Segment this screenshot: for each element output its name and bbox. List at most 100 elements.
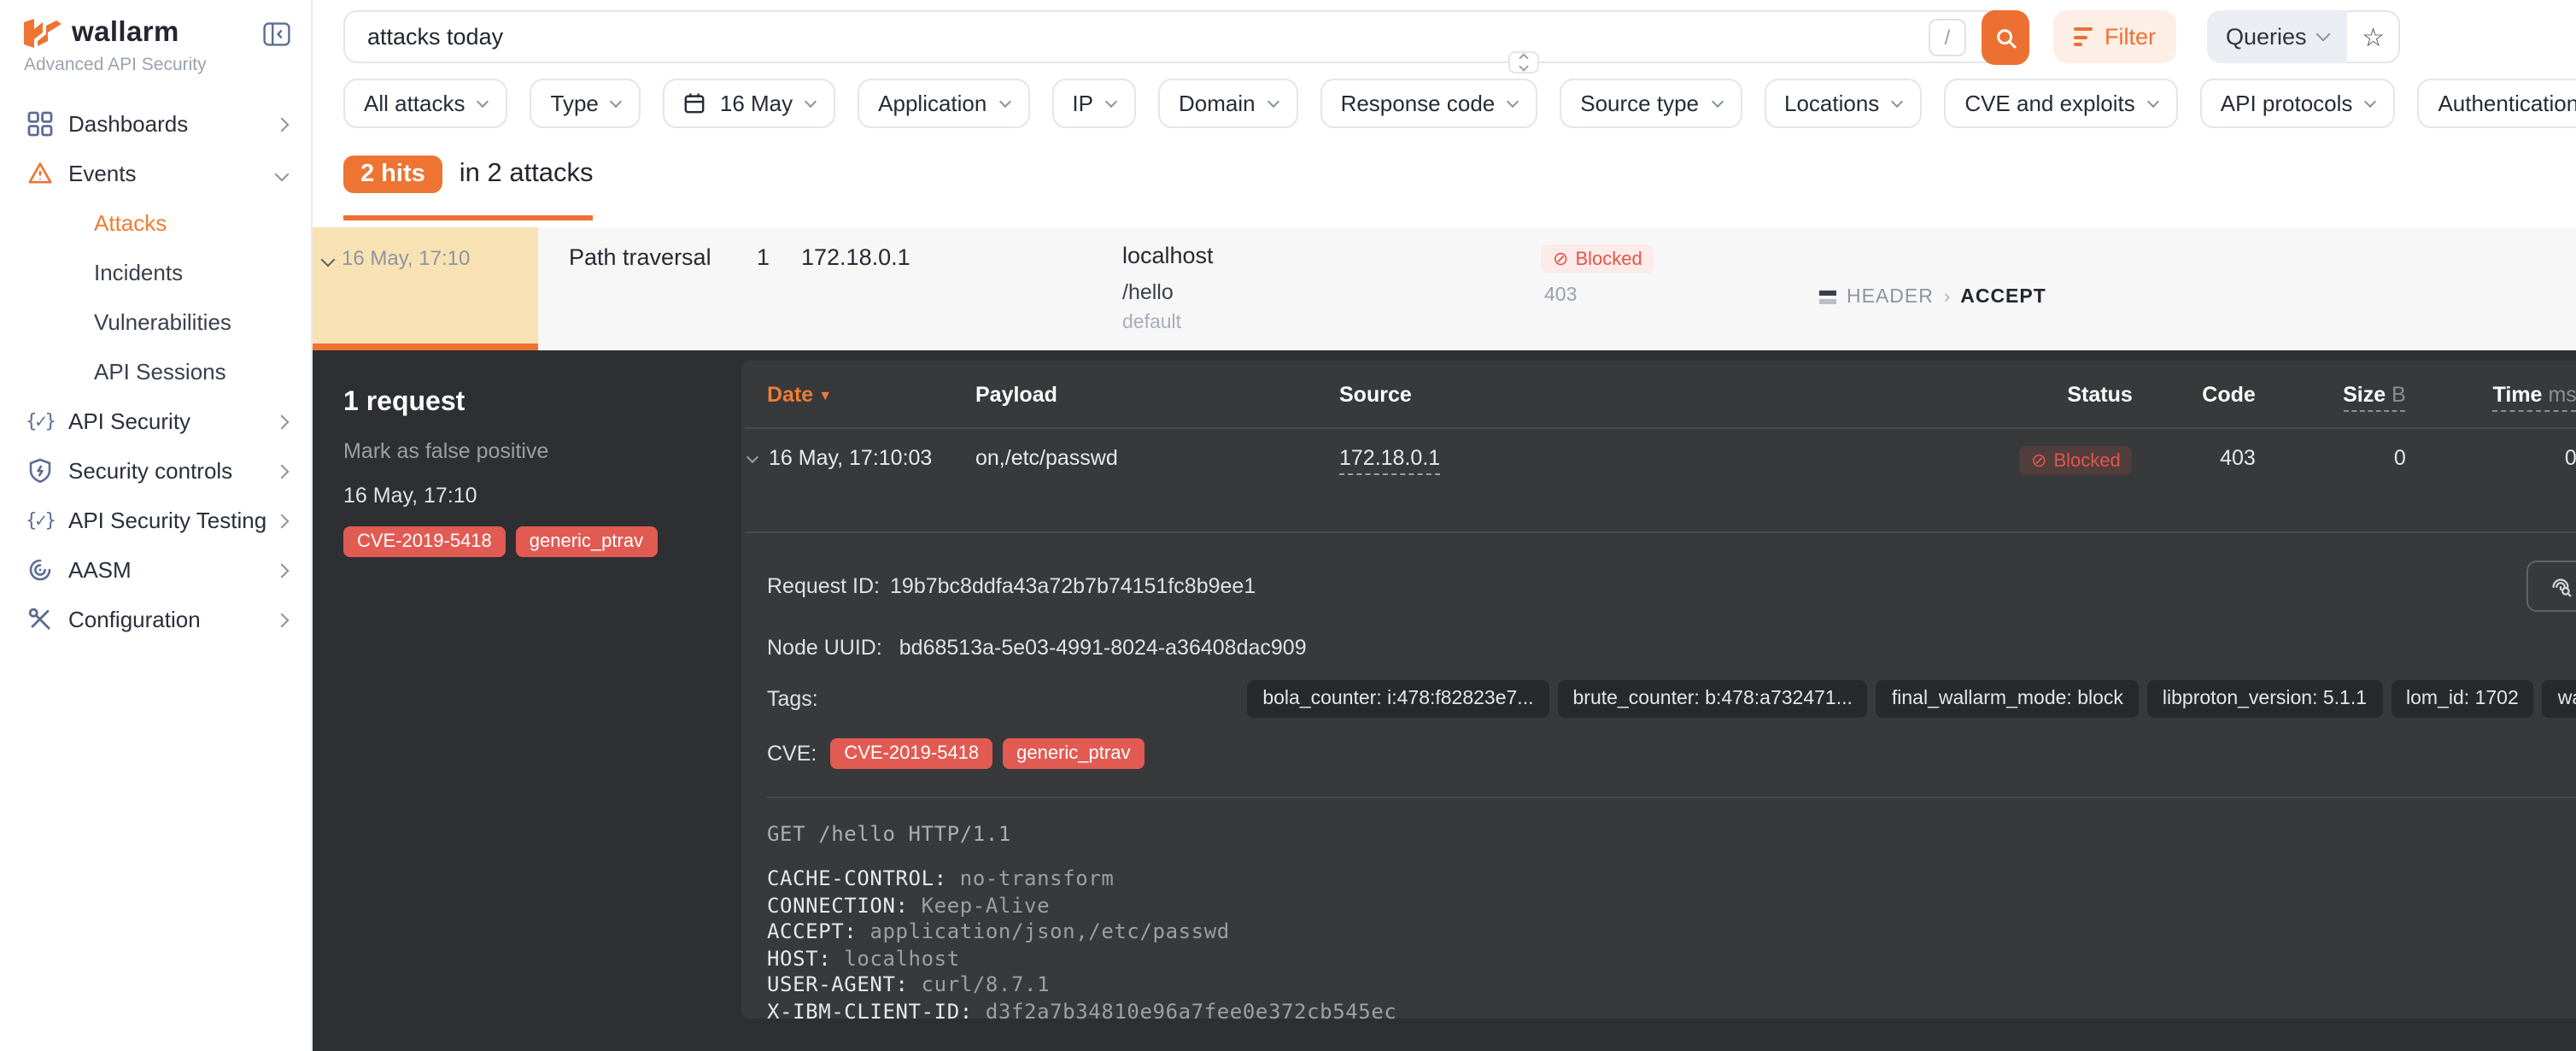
attack-row[interactable]: 16 May, 17:10 Path traversal 1 172.18.0.… [313,227,2576,350]
chevron-right-icon [275,613,290,627]
brand-name: wallarm [72,17,179,50]
filter-chip-all-attacks[interactable]: All attacks [343,79,508,128]
cve-label: CVE: [767,742,817,766]
slash-shortcut-hint: / [1929,19,1966,56]
queries-group: Queries ☆ [2207,10,2401,63]
calendar-icon [684,92,706,114]
request-time: 0 [2406,446,2576,470]
request-id-label: Request ID: [767,574,880,598]
request-row[interactable]: 16 May, 17:10:03 on,/etc/passwd 172.18.0… [745,429,2576,531]
request-payload: on,/etc/passwd [975,446,1339,470]
tag-chip[interactable]: brute_counter: b:478:a732471... [1558,680,1868,718]
blocked-icon: ⊘ [1553,248,1568,270]
filter-chip-domain[interactable]: Domain [1158,79,1298,128]
filter-chip-ip[interactable]: IP [1051,79,1136,128]
filter-chip-type[interactable]: Type [530,79,641,128]
sidebar-item-vulnerabilities[interactable]: Vulnerabilities [0,297,311,347]
requests-table-header: Date▼ Payload Source Status Code Size B … [745,361,2576,427]
sidebar-item-api-sessions[interactable]: API Sessions [0,347,311,396]
search-icon [1994,26,2017,49]
warning-triangle-icon [27,161,53,186]
attack-hit-count: 1 [757,227,801,350]
sidebar-item-security-controls[interactable]: Security controls [0,446,311,496]
chevron-right-icon [275,563,290,578]
search-field-wrap: / [343,10,2026,63]
fingerprint-search-icon [2548,574,2572,598]
hits-tab[interactable]: 2 hits in 2 attacks [343,156,594,220]
main-content: / Filter Queries ☆ [313,0,2576,1051]
header-location-icon [1819,291,1836,304]
sidebar-item-label: AASM [68,557,277,583]
cve-chip[interactable]: CVE-2019-5418 [343,526,506,557]
attack-status: ⊘ Blocked 403 [1541,227,1819,350]
requests-table-panel: Date▼ Payload Source Status Code Size B … [741,361,2576,1019]
attack-application: default [1122,314,1541,334]
filter-chip-date[interactable]: 16 May [664,79,835,128]
grid-icon [27,111,53,137]
filter-button[interactable]: Filter [2053,10,2176,63]
tag-chip[interactable]: lom_id: 1702 [2391,680,2534,718]
sidebar-item-events[interactable]: Events [0,149,311,198]
collapse-sidebar-icon[interactable] [263,21,290,45]
sidebar-item-attacks[interactable]: Attacks [0,198,311,248]
sidebar: wallarm Advanced API Security Dashboard [0,0,313,1051]
param-name: ACCEPT [1960,287,2046,308]
attacks-count-text: in 2 attacks [460,159,594,190]
top-bar: / Filter Queries ☆ [313,0,2576,63]
request-id-value: 19b7bc8ddfa43a72b7b74151fc8b9ee1 [890,574,1256,598]
filter-chip-source-type[interactable]: Source type [1560,79,1742,128]
filter-chip-cve-exploits[interactable]: CVE and exploits [1944,79,2177,128]
chevron-down-icon[interactable] [746,450,758,462]
attack-path: /hello [1122,281,1541,302]
star-icon: ☆ [2362,21,2385,52]
sidebar-item-incidents[interactable]: Incidents [0,248,311,297]
tag-chip[interactable]: libproton_version: 5.1.1 [2147,680,2382,718]
filter-chip-locations[interactable]: Locations [1764,79,1922,128]
braces-check-icon: {✓} [27,508,53,533]
column-size: Size B [2256,382,2406,406]
explore-api-sessions-button[interactable]: Explore in API Sessions [2526,561,2576,612]
chevron-down-icon [321,253,336,267]
request-count: 1 request [343,388,724,419]
cve-chip[interactable]: generic_ptrav [1003,738,1144,769]
param-location: HEADER [1847,287,1934,308]
filters-row: All attacks Type 16 May Application IP D… [313,63,2576,128]
queries-button[interactable]: Queries [2207,10,2348,63]
column-code: Code [2133,382,2256,406]
sidebar-item-api-security-testing[interactable]: {✓} API Security Testing [0,496,311,545]
filter-chip-application[interactable]: Application [858,79,1029,128]
chevron-right-icon [275,117,290,132]
search-button[interactable] [1982,10,2029,65]
filter-chip-response-code[interactable]: Response code [1320,79,1538,128]
request-size: 0 [2256,446,2406,470]
search-input[interactable] [345,24,1831,50]
detail-date: 16 May, 17:10 [343,484,724,508]
cve-chip[interactable]: generic_ptrav [516,526,657,557]
sidebar-item-api-security[interactable]: {✓} API Security [0,396,311,446]
column-date[interactable]: Date▼ [745,382,975,406]
attack-date-cell[interactable]: 16 May, 17:10 [313,227,538,350]
column-time: Time ms [2406,382,2576,406]
mark-false-positive-link[interactable]: Mark as false positive [343,439,724,463]
sidebar-item-dashboards[interactable]: Dashboards [0,99,311,149]
active-row-indicator [313,343,538,350]
tag-chip[interactable]: final_wallarm_mode: block [1876,680,2139,718]
favorite-star-button[interactable]: ☆ [2348,10,2401,63]
column-source: Source [1339,382,1928,406]
tag-chip[interactable]: wallarm_mode: block [2543,680,2576,718]
tags-label: Tags: [767,687,818,711]
chevron-right-icon [275,514,290,528]
cve-chip[interactable]: CVE-2019-5418 [830,738,992,769]
sidebar-item-aasm[interactable]: AASM [0,545,311,595]
swirl-icon [27,557,53,583]
http-request-line: GET /hello HTTP/1.1 [767,822,1396,846]
request-source-link[interactable]: 172.18.0.1 [1339,446,1440,475]
tag-chip[interactable]: bola_counter: i:478:f82823e7... [1247,680,1549,718]
app-root: wallarm Advanced API Security Dashboard [0,0,2576,1051]
filter-chip-api-protocols[interactable]: API protocols [2200,79,2396,128]
request-date: 16 May, 17:10:03 [769,446,932,470]
collapse-filters-handle[interactable] [1508,51,1539,73]
request-details: Request ID: 19b7bc8ddfa43a72b7b74151fc8b9… [745,561,2576,1025]
filter-chip-authentication[interactable]: Authentication [2417,79,2576,128]
sidebar-item-configuration[interactable]: Configuration [0,595,311,644]
